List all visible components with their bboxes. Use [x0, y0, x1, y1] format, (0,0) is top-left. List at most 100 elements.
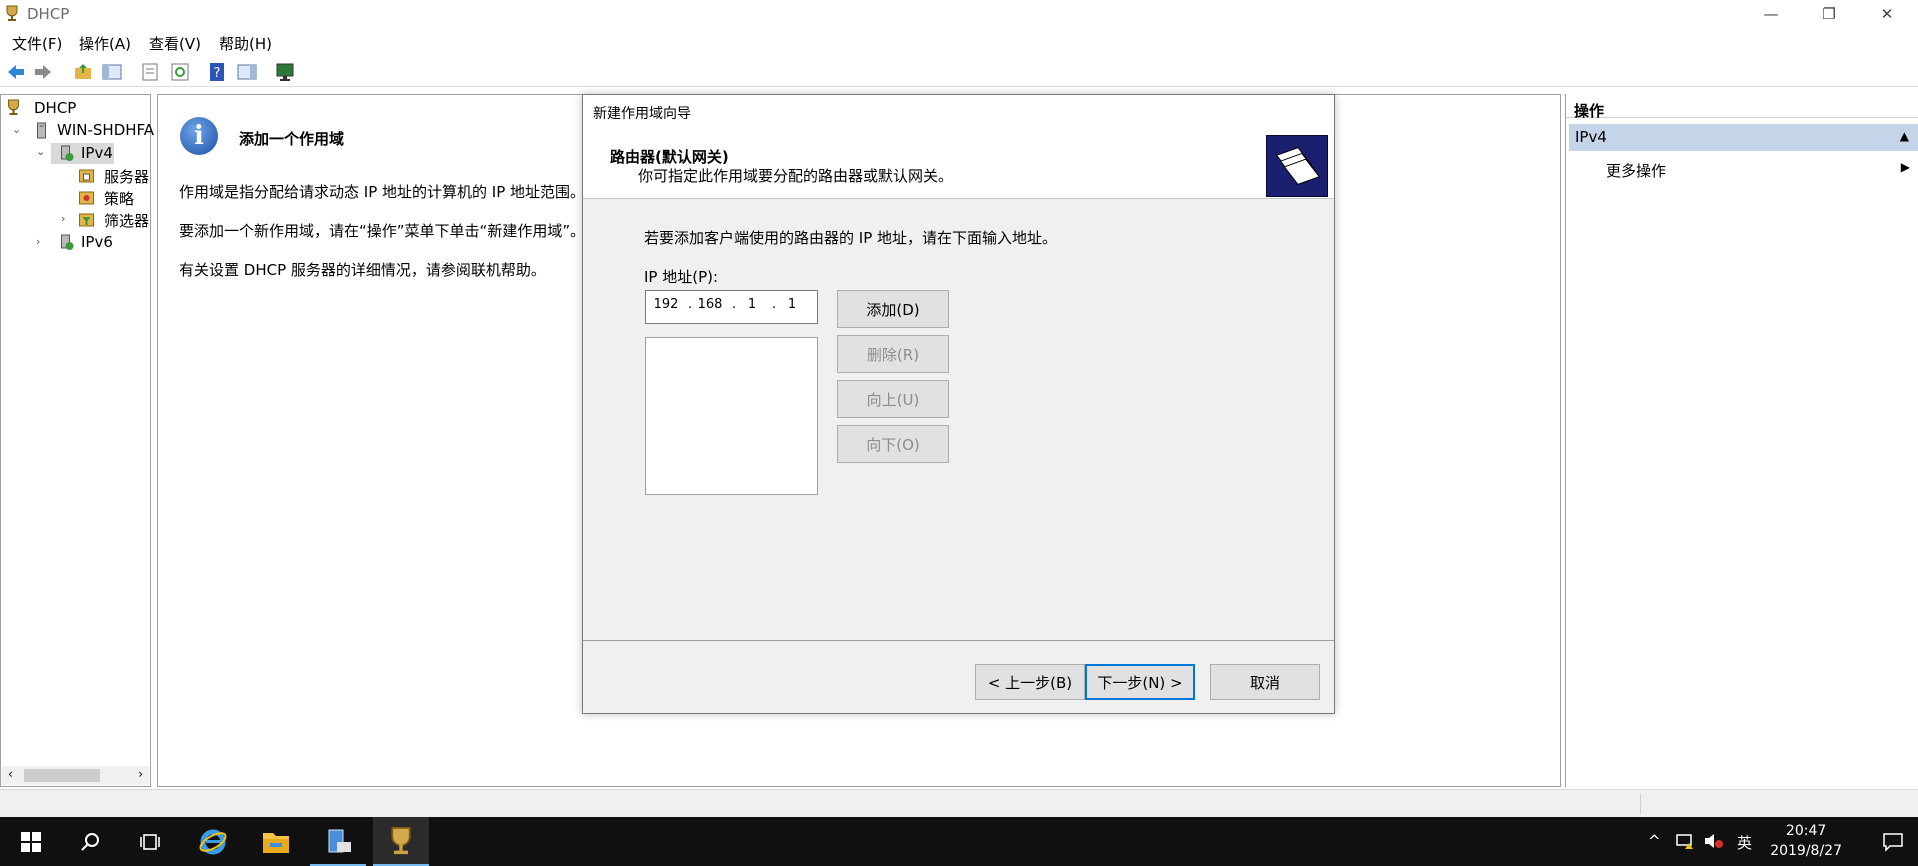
- task-view-button[interactable]: [122, 817, 178, 866]
- ip-dot: .: [732, 297, 737, 312]
- menu-help[interactable]: 帮助(H): [219, 33, 272, 54]
- remove-button[interactable]: 删除(R): [837, 335, 949, 373]
- ip-octet-4[interactable]: 1: [778, 297, 806, 312]
- dialog-instruction: 若要添加客户端使用的路由器的 IP 地址，请在下面输入地址。: [644, 229, 1058, 247]
- back-arrow-icon[interactable]: [6, 62, 26, 82]
- tree-item-policies[interactable]: 策略: [104, 188, 134, 209]
- ipv6-icon: [61, 234, 74, 250]
- toolbar: ?: [0, 57, 1918, 87]
- ip-dot: .: [688, 297, 693, 312]
- show-hide-tree-icon[interactable]: [102, 62, 122, 82]
- scroll-left-icon[interactable]: ‹: [8, 767, 13, 781]
- search-button[interactable]: [62, 817, 118, 866]
- clock-time: 20:47: [1785, 823, 1827, 839]
- filters-icon: [79, 213, 94, 227]
- add-button[interactable]: 添加(D): [837, 290, 949, 328]
- status-bar: [0, 789, 1918, 817]
- dhcp-taskbar-button[interactable]: [373, 817, 429, 866]
- refresh-icon[interactable]: [170, 62, 190, 82]
- server-options-icon: [79, 169, 94, 183]
- svg-text:?: ?: [214, 66, 221, 81]
- content-paragraph-2: 要添加一个新作用域，请在“操作”菜单下单击“新建作用域”。: [179, 222, 586, 240]
- ip-address-input[interactable]: 192 . 168 . 1 . 1: [645, 290, 818, 324]
- volume-muted-icon[interactable]: [1703, 831, 1725, 851]
- expand-filters-icon[interactable]: ›: [61, 212, 65, 225]
- tree-horizontal-scrollbar[interactable]: ‹ ›: [2, 766, 149, 785]
- server-manager-icon: [328, 829, 351, 852]
- monitor-icon[interactable]: [275, 62, 295, 82]
- actions-ipv4-section[interactable]: IPv4 ▲: [1569, 124, 1918, 151]
- system-clock[interactable]: 20:47 2019/8/27: [1770, 821, 1842, 861]
- wizard-folders-icon: [1266, 135, 1328, 197]
- expand-ipv4-icon[interactable]: ⌄: [36, 145, 45, 158]
- properties-icon[interactable]: [140, 62, 160, 82]
- move-down-button[interactable]: 向下(O): [837, 425, 949, 463]
- close-button[interactable]: ✕: [1858, 0, 1916, 28]
- ip-dot: .: [772, 297, 777, 312]
- more-actions-item[interactable]: 更多操作: [1606, 160, 1666, 181]
- router-address-list[interactable]: [645, 337, 818, 495]
- up-folder-icon[interactable]: [73, 62, 93, 82]
- search-icon: [81, 832, 99, 851]
- network-icon[interactable]: [1675, 831, 1697, 851]
- next-button[interactable]: 下一步(N) >: [1085, 664, 1195, 700]
- ip-octet-3[interactable]: 1: [738, 297, 766, 312]
- menu-file[interactable]: 文件(F): [12, 33, 62, 54]
- cancel-button[interactable]: 取消: [1210, 664, 1320, 700]
- clock-date: 2019/8/27: [1770, 843, 1842, 859]
- tree-item-filters[interactable]: 筛选器: [104, 210, 149, 231]
- tree-item-ipv4[interactable]: IPv4: [81, 144, 113, 162]
- forward-arrow-icon[interactable]: [33, 62, 53, 82]
- server-icon: [37, 122, 46, 139]
- actions-header: 操作: [1566, 94, 1918, 120]
- expand-ipv6-icon[interactable]: ›: [36, 235, 40, 248]
- content-paragraph-1: 作用域是指分配给请求动态 IP 地址的计算机的 IP 地址范围。你: [179, 183, 601, 201]
- show-hidden-icons[interactable]: ^: [1648, 832, 1661, 850]
- ip-octet-2[interactable]: 168: [696, 297, 724, 312]
- tree-item-server[interactable]: WIN-SHDHFA: [57, 121, 154, 139]
- dialog-header: 路由器(默认网关) 你可指定此作用域要分配的路由器或默认网关。: [583, 125, 1334, 199]
- help-icon[interactable]: ?: [207, 62, 227, 82]
- minimize-button[interactable]: —: [1742, 0, 1800, 28]
- dhcp-root-icon: [8, 99, 19, 115]
- task-view-icon: [140, 833, 160, 850]
- policies-icon: [79, 191, 94, 205]
- tree-item-ipv6[interactable]: IPv6: [81, 233, 113, 251]
- menu-bar: 文件(F) 操作(A) 查看(V) 帮助(H): [0, 30, 1918, 54]
- dialog-title: 新建作用域向导: [583, 95, 1334, 125]
- back-button[interactable]: < 上一步(B): [975, 664, 1085, 700]
- file-explorer-button[interactable]: [248, 817, 304, 866]
- action-pane-icon[interactable]: [237, 62, 257, 82]
- expand-server-icon[interactable]: ⌄: [12, 123, 21, 136]
- ipv4-icon: [61, 145, 74, 161]
- collapse-up-icon[interactable]: ▲: [1900, 129, 1909, 143]
- status-divider: [1640, 794, 1641, 814]
- dhcp-app-icon: [6, 5, 18, 21]
- info-icon: i: [180, 117, 218, 155]
- internet-explorer-icon: [199, 829, 227, 854]
- new-scope-wizard-dialog: 新建作用域向导 路由器(默认网关) 你可指定此作用域要分配的路由器或默认网关。 …: [582, 94, 1335, 714]
- scroll-thumb[interactable]: [24, 769, 100, 782]
- window-title: DHCP: [27, 5, 70, 23]
- dialog-separator: [583, 640, 1334, 641]
- dialog-subheading: 你可指定此作用域要分配的路由器或默认网关。: [638, 167, 954, 185]
- input-language-indicator[interactable]: 英: [1737, 832, 1752, 853]
- move-up-button[interactable]: 向上(U): [837, 380, 949, 418]
- notification-center-icon[interactable]: [1882, 831, 1904, 853]
- start-button[interactable]: [3, 817, 59, 866]
- tree-item-server-options[interactable]: 服务器: [104, 166, 149, 187]
- taskbar: ^ 英 20:47 2019/8/27: [0, 817, 1918, 866]
- ie-taskbar-button[interactable]: [185, 817, 241, 866]
- title-bar: DHCP — ❐ ✕: [0, 0, 1918, 28]
- menu-view[interactable]: 查看(V): [149, 33, 201, 54]
- ip-octet-1[interactable]: 192: [652, 297, 680, 312]
- dialog-heading: 路由器(默认网关): [610, 148, 729, 166]
- scroll-right-icon[interactable]: ›: [138, 767, 143, 781]
- tree-item-dhcp[interactable]: DHCP: [34, 99, 76, 117]
- actions-pane: 操作 IPv4 ▲ 更多操作 ▶: [1565, 94, 1918, 787]
- menu-action[interactable]: 操作(A): [79, 33, 131, 54]
- server-manager-button[interactable]: [310, 817, 366, 866]
- restore-button[interactable]: ❐: [1800, 0, 1858, 28]
- actions-ipv4-label: IPv4: [1575, 128, 1607, 146]
- content-title: 添加一个作用域: [239, 130, 345, 148]
